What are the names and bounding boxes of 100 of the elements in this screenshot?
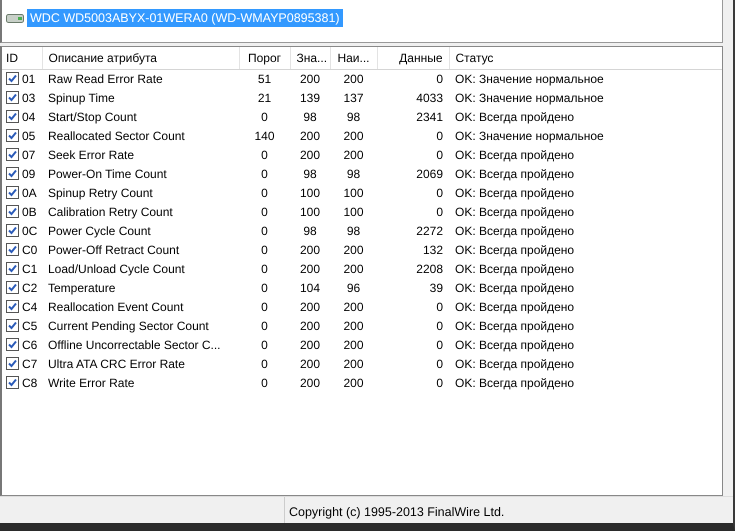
column-header[interactable]: Порог [239,47,290,69]
table-cell-text: 98 [302,222,318,240]
checkbox[interactable] [6,72,19,86]
table-cell-text: 0 [260,222,269,240]
table-cell-text: OK: Всегда пройдено [454,146,576,164]
table-cell-text: 200 [298,128,322,144]
table-cell-text: C8 [22,374,38,392]
table-cell-text: 0A [22,184,37,202]
table-cell-text: Start/Stop Count [47,108,138,126]
column-header[interactable]: Зна... [290,47,330,69]
table-cell-text: 0 [260,166,269,182]
table-cell-text: 98 [302,108,318,126]
hard-drive-icon [6,12,24,24]
table-cell-text: 21 [256,90,272,106]
table-cell: 51 [239,69,290,88]
table-cell-text: 0 [260,298,269,316]
table-cell-text: 100 [298,204,322,220]
table-cell-text: Temperature [47,280,116,296]
table-cell-text: 200 [298,318,322,334]
checkbox[interactable] [6,376,19,389]
table-cell-text: 200 [342,336,365,354]
checkbox[interactable] [6,338,19,351]
table-cell-text: 200 [298,260,322,278]
table-cell-text: 200 [298,146,322,164]
table-cell-text: 200 [298,356,322,372]
table-cell-text: OK: Всегда пройдено [454,318,576,334]
table-cell-text: 2272 [415,222,444,240]
table-cell-text: OK: Всегда пройдено [454,184,576,202]
table-cell-text: 0 [435,128,444,144]
table-cell-text: 98 [346,108,362,126]
table-cell-text: 200 [342,242,365,258]
table-cell-text: 200 [298,374,322,392]
table-cell: Raw Read Error Rate [42,69,239,88]
table-cell-text: 07 [22,146,36,164]
table-cell-text: Write Error Rate [47,374,136,392]
table-cell-text: OK: Всегда пройдено [454,356,576,372]
column-header[interactable]: Наи... [330,47,377,69]
table-cell-text: C7 [22,356,38,372]
table-cell-text: 0 [260,260,269,278]
table-cell-text: C6 [22,336,38,354]
table-cell-text: 200 [298,242,322,258]
table-cell-text: 04 [22,108,36,126]
checkbox[interactable] [6,148,19,161]
table-cell: 200 [330,69,377,88]
checkbox[interactable] [6,281,19,294]
table-cell-text: Power-Off Retract Count [47,242,180,258]
table-cell-text: OK: Значение нормальное [454,128,605,144]
table-cell-text: 96 [346,280,362,296]
table-cell-text: Load/Unload Cycle Count [47,260,186,278]
checkbox[interactable] [6,243,19,256]
table-cell-text: Calibration Retry Count [47,204,174,220]
table-cell-text: Reallocation Event Count [47,298,184,316]
table-cell-text: 0 [435,204,444,220]
table-cell-text: 140 [253,128,276,144]
checkbox[interactable] [6,224,19,237]
table-cell-text: Offline Uncorrectable Sector C... [47,336,222,354]
table-cell-text: OK: Всегда пройдено [454,336,576,354]
column-header[interactable]: Описание атрибута [42,47,239,69]
checkbox[interactable] [6,262,19,275]
table-cell-text: Reallocated Sector Count [47,128,186,144]
table-cell-text: OK: Всегда пройдено [454,242,576,258]
table-cell-text: OK: Всегда пройдено [454,222,576,240]
table-cell-text: 98 [302,166,318,182]
table-cell-text: 0 [260,374,269,392]
table-cell-text: 0C [22,222,38,240]
table-cell-text: OK: Всегда пройдено [454,260,576,278]
table-cell-text: 137 [342,90,365,106]
table-cell-text: Power-On Time Count [47,166,168,182]
column-header[interactable]: Данные [377,47,449,69]
table-cell-text: 0 [260,280,269,296]
table-cell-text: OK: Всегда пройдено [454,204,576,220]
table-cell-text: OK: Всегда пройдено [454,280,576,296]
table-cell-text: Spinup Time [47,90,116,106]
checkbox[interactable] [6,357,19,370]
table-cell-text: 0 [260,204,269,220]
table-cell-text: C4 [22,298,38,316]
checkbox[interactable] [6,110,19,123]
checkbox[interactable] [6,186,19,199]
table-cell-text: C5 [22,318,38,334]
table-cell-text: 0 [435,356,444,372]
checkbox[interactable] [6,129,19,142]
table-cell-text: 200 [342,128,365,144]
checkbox[interactable] [6,319,19,332]
checkbox[interactable] [6,91,19,104]
table-cell-text: OK: Всегда пройдено [454,166,576,182]
table-cell-text: 01 [22,70,36,88]
table-cell-text: 100 [298,184,322,202]
table-cell-text: 0 [260,184,269,202]
checkbox[interactable] [6,167,19,180]
table-cell-text: Spinup Retry Count [47,184,154,202]
table-cell-text: 0 [435,318,444,334]
table-cell-text: 0 [435,298,444,316]
table-cell-text: 132 [422,242,444,258]
table-cell-text: 0 [435,146,444,164]
checkbox[interactable] [6,205,19,218]
copyright-text: Copyright (c) 1995-2013 FinalWire Ltd. [288,504,506,521]
column-header[interactable]: ID [2,47,42,69]
table-cell-text: 0 [260,336,269,354]
checkbox[interactable] [6,300,19,313]
column-header[interactable]: Статус [449,47,722,69]
